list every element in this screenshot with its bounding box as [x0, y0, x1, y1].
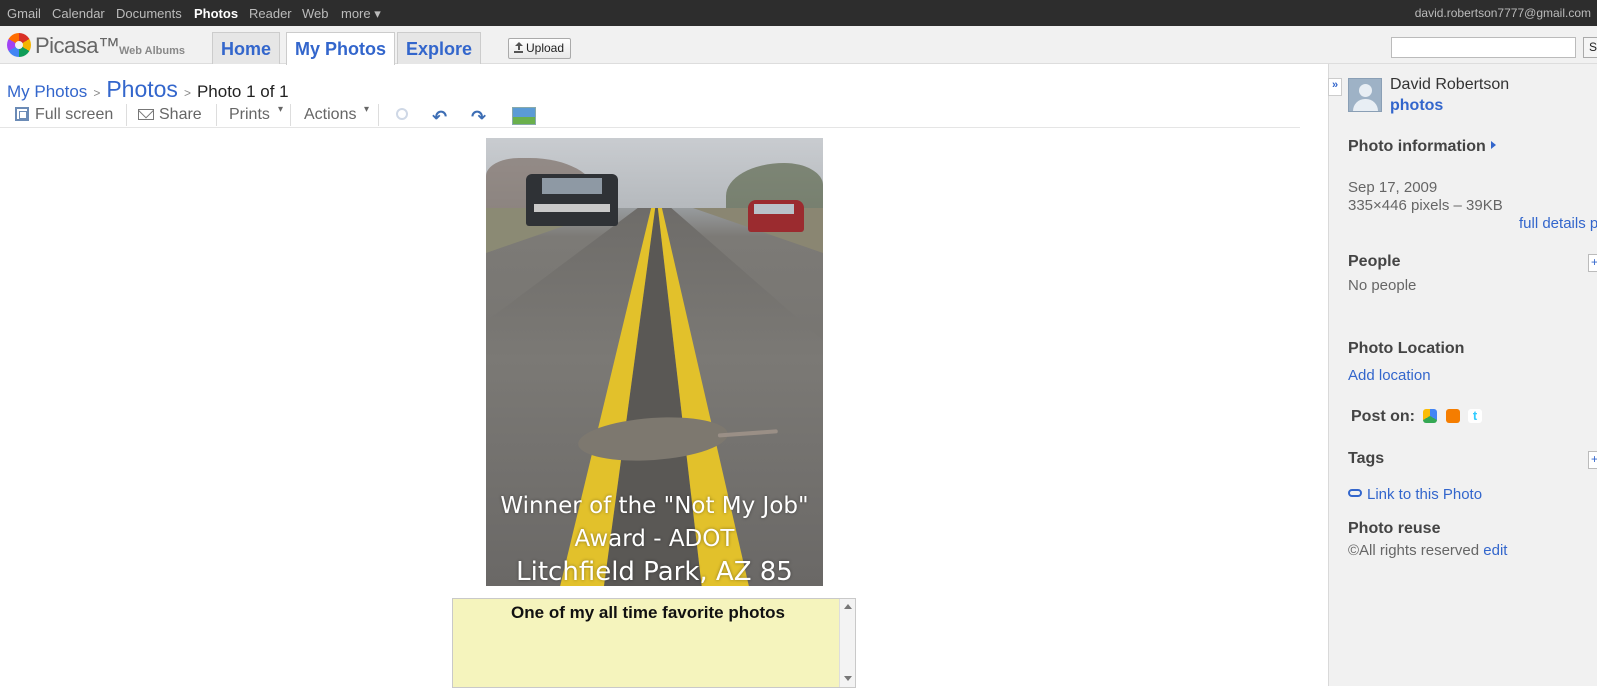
photo-reuse-heading: Photo reuse	[1348, 520, 1441, 537]
breadcrumb-separator: >	[93, 86, 101, 100]
set-as-cover-icon[interactable]	[512, 107, 536, 125]
blogger-icon[interactable]	[1446, 409, 1460, 423]
photo-location-heading: Photo Location	[1348, 340, 1465, 357]
photo-caption-line: Litchfield Park, AZ 85	[516, 557, 793, 586]
upload-arrow-icon	[514, 42, 523, 53]
twitter-icon[interactable]: t	[1468, 409, 1482, 423]
share-button[interactable]: Share	[138, 106, 202, 124]
add-tags-button[interactable]: +	[1588, 451, 1597, 469]
zoom-icon[interactable]	[396, 108, 408, 120]
people-heading: People	[1348, 253, 1401, 270]
gbar-link-photos[interactable]: Photos	[194, 6, 238, 21]
fullscreen-icon	[15, 107, 29, 121]
gbar-link-reader[interactable]: Reader	[249, 6, 292, 21]
collapse-sidebar-icon[interactable]: »	[1328, 78, 1342, 96]
photo-description: One of my all time favorite photos	[511, 603, 785, 622]
prints-dropdown-icon[interactable]: ▾	[278, 104, 283, 115]
tab-my-photos[interactable]: My Photos	[286, 32, 396, 65]
photo-information-heading[interactable]: Photo information	[1348, 138, 1496, 156]
gbar-link-web[interactable]: Web	[302, 6, 329, 21]
prints-menu[interactable]: Prints	[229, 106, 270, 124]
logo-subtitle: Web Albums	[119, 45, 186, 57]
actions-menu[interactable]: Actions	[304, 106, 356, 124]
photo-truck	[526, 174, 618, 226]
breadcrumb-separator: >	[183, 86, 191, 100]
rotate-right-icon[interactable]: ↷	[471, 107, 486, 128]
photo-description-box[interactable]: One of my all time favorite photos	[452, 598, 856, 688]
google-bar: Gmail Calendar Documents Photos Reader W…	[0, 0, 1597, 26]
actions-dropdown-icon[interactable]: ▾	[364, 104, 369, 115]
link-to-photo-label: Link to this Photo	[1367, 486, 1483, 503]
upload-button[interactable]: Upload	[508, 38, 572, 59]
description-scrollbar[interactable]	[839, 599, 855, 687]
link-icon	[1348, 489, 1362, 497]
photo-date: Sep 17, 2009	[1348, 179, 1438, 196]
share-label: Share	[159, 106, 202, 123]
toolbar-divider	[290, 104, 291, 126]
toolbar-divider	[126, 104, 127, 126]
reuse-rights-text: ©All rights reserved	[1348, 542, 1480, 559]
scroll-up-icon[interactable]	[844, 604, 852, 609]
scroll-down-icon[interactable]	[844, 676, 852, 681]
fullscreen-button[interactable]: Full screen	[15, 106, 113, 124]
toolbar-divider	[216, 104, 217, 126]
photo-reuse-text: ©All rights reserved edit	[1348, 542, 1507, 559]
full-details-link[interactable]: full details p	[1519, 215, 1597, 232]
rotate-left-icon[interactable]: ↶	[432, 107, 447, 128]
buzz-icon[interactable]	[1423, 409, 1437, 423]
reuse-edit-link[interactable]: edit	[1483, 542, 1507, 559]
account-email[interactable]: david.robertson7777@gmail.com	[1415, 6, 1591, 20]
owner-photos-link[interactable]: photos	[1390, 97, 1443, 115]
gbar-link-documents[interactable]: Documents	[116, 6, 182, 21]
people-text: No people	[1348, 277, 1417, 294]
breadcrumb-album[interactable]: Photos	[106, 76, 178, 102]
search-button[interactable]: S	[1583, 37, 1597, 58]
search-input[interactable]	[1391, 37, 1576, 58]
gbar-link-calendar[interactable]: Calendar	[52, 6, 105, 21]
gbar-link-gmail[interactable]: Gmail	[7, 6, 41, 21]
app-header: Picasa™ Web Albums Home My Photos Explor…	[0, 26, 1597, 65]
photo-caption: Winner of the "Not My Job" Award - ADOT …	[486, 490, 823, 586]
photo-car	[748, 200, 804, 232]
photo-information-label: Photo information	[1348, 138, 1486, 155]
fullscreen-label: Full screen	[35, 106, 114, 123]
photo-caption-line: Award - ADOT	[574, 526, 735, 552]
gbar-link-more[interactable]: more ▾	[341, 6, 381, 22]
tab-home[interactable]: Home	[212, 32, 281, 64]
tab-explore[interactable]: Explore	[397, 32, 482, 64]
logo-text: Picasa™	[35, 33, 120, 58]
main-photo[interactable]: Winner of the "Not My Job" Award - ADOT …	[486, 138, 823, 586]
upload-label: Upload	[526, 41, 565, 55]
breadcrumb-my-photos[interactable]: My Photos	[7, 82, 87, 101]
photo-caption-line: Winner of the "Not My Job"	[500, 493, 809, 519]
photo-dimensions: 335×446 pixels – 39KB	[1348, 197, 1503, 214]
breadcrumb: My Photos > Photos > Photo 1 of 1	[7, 76, 289, 103]
expand-triangle-icon	[1490, 141, 1496, 149]
picasa-pinwheel-icon	[7, 33, 31, 57]
post-on-label: Post on:	[1351, 408, 1415, 425]
mail-icon	[138, 109, 154, 120]
photo-toolbar: Full screen Share Prints ▾ Actions ▾ ↶ ↷	[0, 104, 1300, 128]
add-people-button[interactable]: +	[1588, 254, 1597, 272]
avatar[interactable]	[1348, 78, 1382, 112]
add-location-link[interactable]: Add location	[1348, 367, 1431, 384]
link-to-photo[interactable]: Link to this Photo	[1348, 486, 1482, 503]
breadcrumb-current: Photo 1 of 1	[196, 82, 289, 101]
tags-heading: Tags	[1348, 450, 1385, 467]
toolbar-divider	[378, 104, 379, 126]
owner-name: David Robertson	[1390, 76, 1510, 93]
